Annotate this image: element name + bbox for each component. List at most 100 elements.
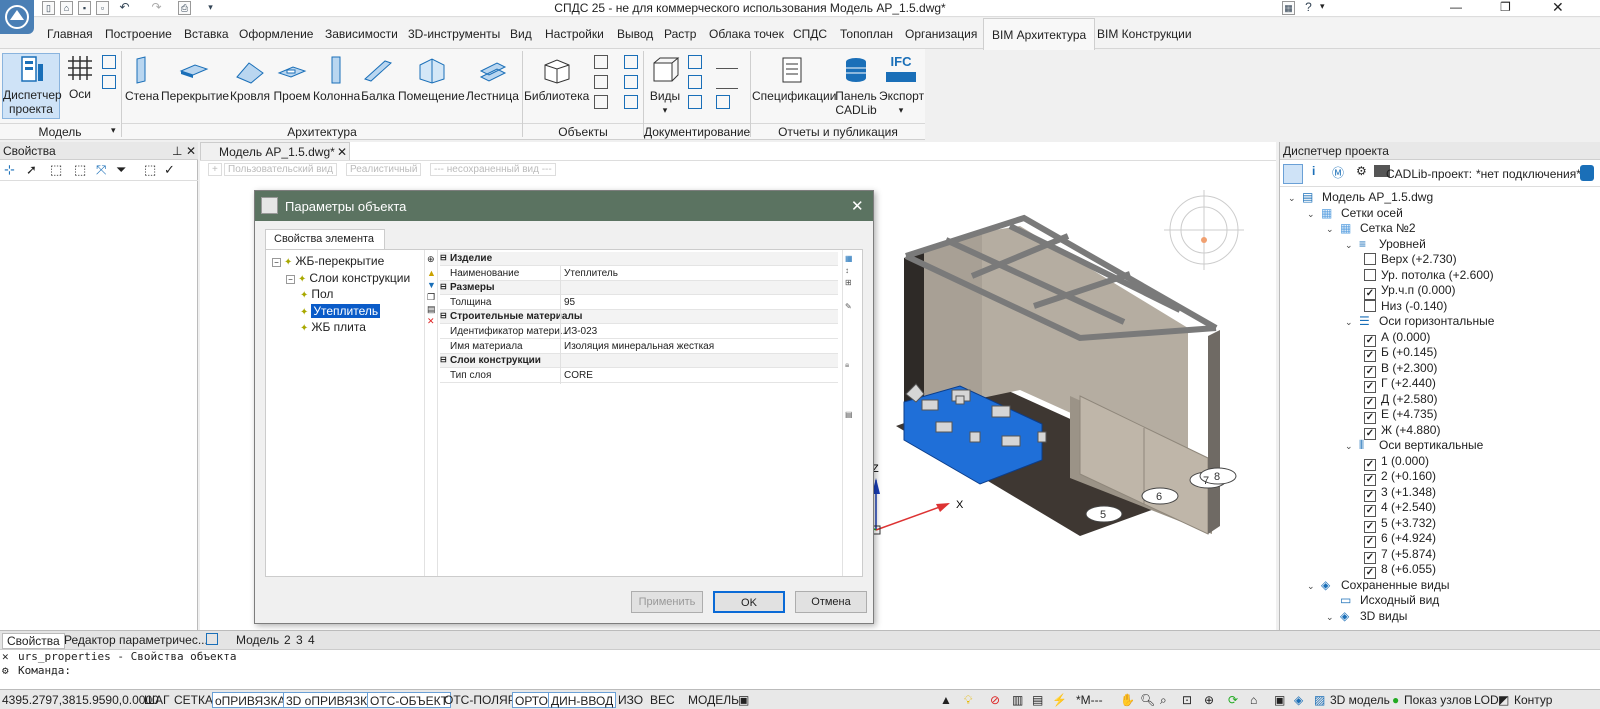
status-toggle[interactable]: ВЕС xyxy=(648,692,677,708)
visibility-checkbox[interactable] xyxy=(1364,268,1376,281)
status-toggle[interactable]: оПРИВЯЗКА xyxy=(212,692,289,708)
expand-all-icon[interactable]: ⊞ xyxy=(845,278,852,287)
viewport-menu-icon[interactable]: + xyxy=(208,163,222,176)
grid-property-row[interactable]: Наименование Утеплитель xyxy=(440,267,838,281)
delete-layer-icon[interactable]: ✕ xyxy=(427,316,435,327)
menu-topoplan[interactable]: Топоплан xyxy=(840,27,893,41)
tab-layout-3[interactable]: 3 xyxy=(296,633,303,647)
project-tree-item[interactable]: ⌄ ▤ Модель АР_1.5.dwg xyxy=(1288,190,1433,204)
project-tree-item[interactable]: ✓ А (0.000) xyxy=(1364,330,1430,347)
tab-properties[interactable]: Свойства xyxy=(2,633,65,649)
menu-output[interactable]: Вывод xyxy=(617,27,653,41)
tab-model[interactable]: Модель xyxy=(236,633,279,647)
cadlib-panel-button[interactable]: Панель CADLib xyxy=(835,55,877,117)
menu-build[interactable]: Построение xyxy=(105,27,172,41)
show-nodes-toggle[interactable]: Показ узлов xyxy=(1402,692,1474,708)
visibility-checkbox[interactable] xyxy=(1364,253,1376,265)
workspace-icon[interactable]: ▦ xyxy=(1282,1,1295,15)
annotation-scale-readout[interactable]: *M--- xyxy=(1074,692,1105,708)
expand-icon[interactable]: ⌄ xyxy=(1326,224,1336,235)
pan-icon[interactable]: ✋ xyxy=(1118,692,1137,708)
object-tool-icon-1[interactable] xyxy=(594,55,608,69)
doc-tool-icon-3[interactable] xyxy=(688,95,702,109)
filter-icon[interactable]: ⏷ xyxy=(116,162,126,178)
expand-icon[interactable]: ⌄ xyxy=(1345,240,1355,251)
layer-tree-item[interactable]: − ✦ Слои конструкции xyxy=(286,271,410,285)
grid-category[interactable]: ⊟ Размеры xyxy=(440,281,838,296)
level-small-icon[interactable] xyxy=(102,55,116,69)
project-tree-item[interactable]: ✓ В (+2.300) xyxy=(1364,361,1437,378)
metadata-icon[interactable]: Ⓜ xyxy=(1332,164,1344,181)
project-tree-item[interactable]: ✓ Е (+4.735) xyxy=(1364,407,1437,424)
category-collapse-icon[interactable]: ⊟ xyxy=(440,355,447,364)
project-tree-item[interactable]: ▭ Исходный вид xyxy=(1326,593,1439,607)
project-tree-item[interactable]: ✓ 7 (+5.874) xyxy=(1364,547,1436,564)
toggle-pickadd-icon[interactable]: ✓ xyxy=(164,162,175,178)
doc-tool-icon-6[interactable] xyxy=(716,95,730,109)
menu-view[interactable]: Вид xyxy=(510,27,532,41)
select-window-icon[interactable]: ⬚ xyxy=(50,162,62,178)
project-tree-item[interactable]: ⌄ ◈ 3D виды xyxy=(1326,609,1407,623)
orbit-icon[interactable]: ⊕ xyxy=(1202,692,1216,708)
grid-property-row[interactable]: Имя материала Изоляция минеральная жестка… xyxy=(440,340,838,354)
layer-tree-item[interactable]: − ✦ ЖБ-перекрытие xyxy=(272,254,384,268)
minimize-icon[interactable]: — xyxy=(1450,0,1462,14)
property-value[interactable]: 95 xyxy=(564,297,575,308)
project-tree-item[interactable]: ✓ 5 (+3.732) xyxy=(1364,516,1436,533)
property-value[interactable]: CORE xyxy=(564,370,593,381)
doc-tool-icon-1[interactable] xyxy=(688,55,702,69)
project-tree-item[interactable]: ⌄ ◈ Сохраненные виды xyxy=(1307,578,1449,592)
status-toggle[interactable]: ДИН-ВВОД xyxy=(548,692,617,708)
select-similar-icon[interactable]: ⬚ xyxy=(74,162,86,178)
tab-layout-4[interactable]: 4 xyxy=(308,633,315,647)
command-prompt[interactable]: Команда: xyxy=(18,664,71,677)
project-tree-item[interactable]: ✓ 4 (+2.540) xyxy=(1364,500,1436,517)
expand-icon[interactable]: ⌄ xyxy=(1345,317,1355,328)
lock-icon[interactable]: 🔒︎ xyxy=(845,360,849,370)
grid-property-row[interactable]: Толщина 95 xyxy=(440,296,838,310)
group-expand-icon[interactable]: ▾ xyxy=(111,125,116,136)
views-dropdown-icon[interactable]: ▾ xyxy=(647,103,683,117)
layouts-menu-icon[interactable] xyxy=(206,633,218,645)
model-space-toggle[interactable]: МОДЕЛЬ xyxy=(686,692,741,708)
view-home-icon[interactable]: ⌂ xyxy=(1248,692,1259,708)
grid-property-row[interactable]: Идентификатор матери... ИЗ-023 xyxy=(440,325,838,339)
select-arrow-icon[interactable]: ➚ xyxy=(26,162,37,178)
isolate-objects-icon[interactable]: ⊘ xyxy=(988,692,1002,708)
project-tree-item[interactable]: ✓ 3 (+1.348) xyxy=(1364,485,1436,502)
menu-point-clouds[interactable]: Облака точек xyxy=(709,27,784,41)
opening-button[interactable]: Проем xyxy=(273,55,311,103)
column-button[interactable]: Колонна xyxy=(313,55,360,103)
grid-category[interactable]: ⊟ Изделие xyxy=(440,252,838,266)
layer-tree-item[interactable]: ✦ ЖБ плита xyxy=(300,320,366,334)
status-toggle[interactable]: ИЗО xyxy=(616,692,645,708)
categorized-icon[interactable]: ▦ xyxy=(845,254,853,263)
zoom-icon[interactable]: 🔍︎ xyxy=(1138,692,1157,708)
project-tree-item[interactable]: ✓ 8 (+6.055) xyxy=(1364,562,1436,579)
project-tree-item[interactable]: Верх (+2.730) xyxy=(1364,252,1457,266)
settings-icon[interactable]: ⚙ xyxy=(1356,164,1367,178)
refresh-icon[interactable]: ⟳ xyxy=(1226,692,1240,708)
project-tree-item[interactable]: ⌄ ≡ Уровней xyxy=(1345,237,1426,251)
expand-icon[interactable]: ⌄ xyxy=(1307,209,1317,220)
grid-category[interactable]: ⊟ Строительные материалы xyxy=(440,310,838,325)
zoom-extents-icon[interactable]: ⊡ xyxy=(1180,692,1194,708)
close-window-icon[interactable]: ✕ xyxy=(1552,0,1564,16)
category-collapse-icon[interactable]: ⊟ xyxy=(440,253,447,262)
paste-layer-icon[interactable]: ▤ xyxy=(427,304,436,315)
edit-icon[interactable]: ✎ xyxy=(845,302,852,311)
roof-button[interactable]: Кровля xyxy=(229,55,271,103)
view-direction-control[interactable]: Пользовательский вид xyxy=(224,163,337,176)
lightbulb-icon[interactable]: 💡︎ xyxy=(962,692,974,708)
menu-bim-structures[interactable]: BIM Конструкции xyxy=(1097,27,1192,41)
property-value[interactable]: ИЗ-023 xyxy=(564,326,597,337)
export-ifc-button[interactable]: IFC Экспорт ▾ xyxy=(879,55,924,117)
cadlib-project-value[interactable]: *нет подключения* xyxy=(1476,167,1581,181)
copy-layer-icon[interactable]: ❐ xyxy=(427,292,435,303)
add-selection-icon[interactable]: ⊹ xyxy=(4,162,15,178)
project-tree-item[interactable]: ✓ 1 (0.000) xyxy=(1364,454,1429,471)
status-toggle[interactable]: ОТС-ОБЪЕКТ xyxy=(367,692,451,708)
object-tool-icon-3[interactable] xyxy=(594,95,608,109)
layer-tree-item[interactable]: ✦ Утеплитель xyxy=(300,303,381,318)
element-properties-tab[interactable]: Свойства элемента xyxy=(265,229,385,249)
